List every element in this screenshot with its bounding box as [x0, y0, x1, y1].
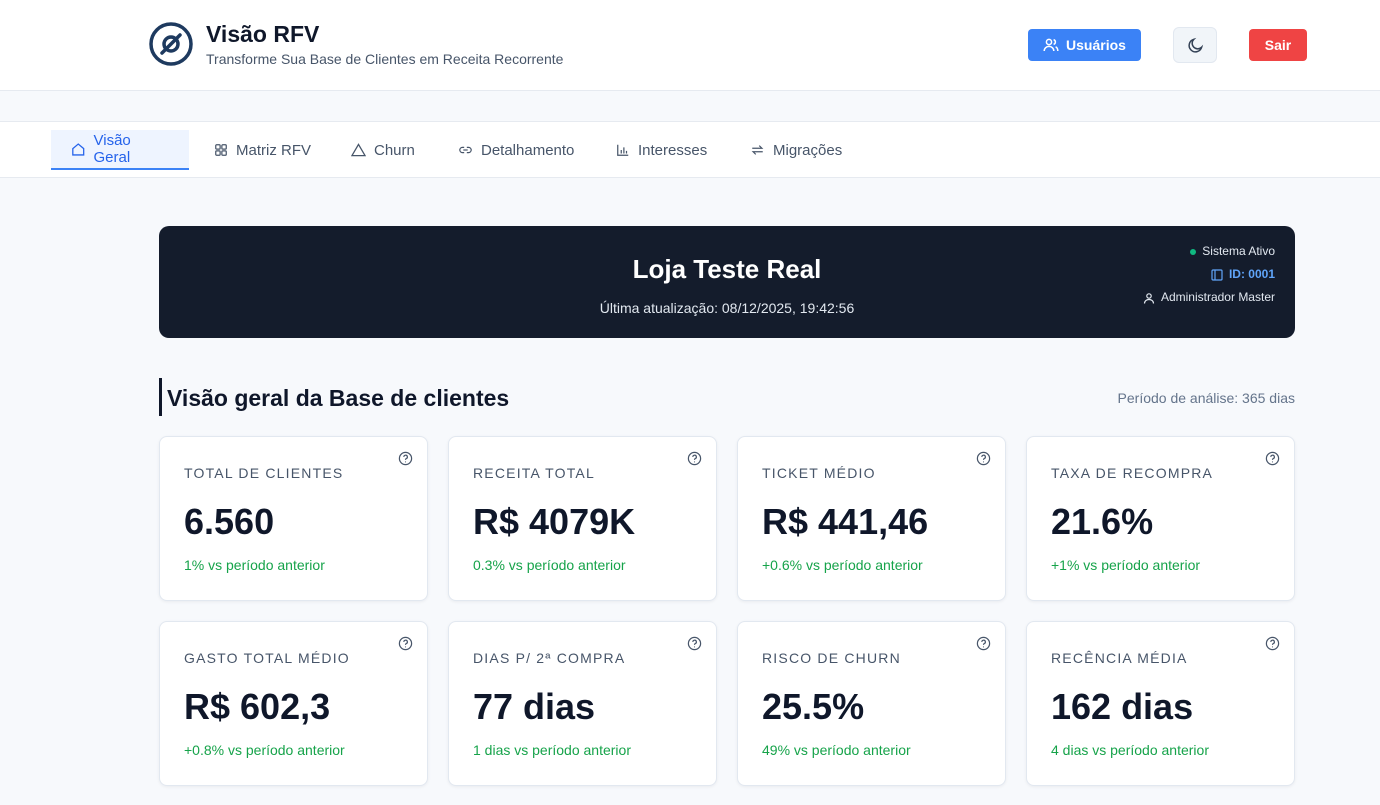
metric-delta: 1 dias vs período anterior	[473, 742, 631, 758]
tab-label: Migrações	[773, 141, 843, 159]
store-meta: Sistema Ativo ID: 0001 Administrador Mas…	[1143, 240, 1275, 309]
home-icon	[72, 142, 85, 156]
metric-card-risco-churn: RISCO DE CHURN 25.5% 49% vs período ante…	[737, 621, 1006, 786]
metric-delta: 1% vs período anterior	[184, 557, 325, 573]
metric-card-receita-total: RECEITA TOTAL R$ 4079K 0.3% vs período a…	[448, 436, 717, 601]
system-status-label: Sistema Ativo	[1202, 244, 1275, 258]
moon-icon	[1187, 37, 1203, 53]
metrics-grid: TOTAL DE CLIENTES 6.560 1% vs período an…	[159, 436, 1295, 786]
id-card-icon	[1211, 268, 1223, 281]
metric-delta: +1% vs período anterior	[1051, 557, 1201, 573]
tab-label: Churn	[374, 141, 415, 159]
metric-label: RECEITA TOTAL	[473, 465, 595, 481]
users-button[interactable]: Usuários	[1028, 29, 1141, 61]
current-user: Administrador Master	[1143, 286, 1275, 309]
tab-interesses[interactable]: Interesses	[596, 130, 727, 170]
metric-value: 21.6%	[1051, 501, 1154, 542]
logout-button[interactable]: Sair	[1249, 29, 1307, 61]
tab-migracoes[interactable]: Migrações	[730, 130, 862, 170]
metric-delta: 49% vs período anterior	[762, 742, 911, 758]
metric-delta: +0.6% vs período anterior	[762, 557, 923, 573]
metric-value: 6.560	[184, 501, 275, 542]
link-icon	[459, 146, 472, 154]
store-id: ID: 0001	[1143, 263, 1275, 286]
metric-value: R$ 441,46	[762, 501, 929, 542]
metric-value: 25.5%	[762, 686, 865, 727]
tab-label: Visão Geral	[93, 132, 131, 166]
help-icon[interactable]	[687, 451, 702, 466]
tab-label: Interesses	[638, 141, 708, 159]
metric-card-gasto-total-medio: GASTO TOTAL MÉDIO R$ 602,3 +0.8% vs perí…	[159, 621, 428, 786]
users-button-label: Usuários	[1066, 37, 1126, 53]
section-title: Visão geral da Base de clientes	[167, 385, 510, 411]
tab-churn[interactable]: Churn	[331, 130, 435, 170]
store-id-label: ID: 0001	[1228, 267, 1275, 281]
analysis-period: Período de análise: 365 dias	[1117, 390, 1295, 406]
metric-value: 162 dias	[1051, 686, 1194, 727]
top-bar: Visão RFV Transforme Sua Base de Cliente…	[0, 0, 1380, 91]
app-title: Visão RFV	[206, 21, 320, 47]
last-update: Última atualização: 08/12/2025, 19:42:56	[599, 300, 855, 316]
users-icon	[1043, 38, 1059, 52]
help-icon[interactable]	[1265, 451, 1280, 466]
metric-label: TICKET MÉDIO	[762, 465, 876, 481]
brand: Visão RFV Transforme Sua Base de Cliente…	[148, 20, 563, 67]
app-subtitle: Transforme Sua Base de Clientes em Recei…	[206, 51, 564, 67]
theme-toggle-button[interactable]	[1173, 27, 1217, 63]
metric-label: GASTO TOTAL MÉDIO	[184, 650, 350, 666]
tab-visao-geral[interactable]: Visão Geral	[51, 130, 189, 170]
metric-card-total-clientes: TOTAL DE CLIENTES 6.560 1% vs período an…	[159, 436, 428, 601]
metric-value: R$ 602,3	[184, 686, 331, 727]
store-name: Loja Teste Real	[632, 254, 822, 284]
tab-matriz-rfv[interactable]: Matriz RFV	[194, 130, 331, 170]
section-accent-bar	[159, 378, 162, 416]
status-dot-icon	[1190, 248, 1197, 255]
help-icon[interactable]	[398, 451, 413, 466]
tab-label: Detalhamento	[481, 141, 575, 159]
tab-bar: Visão Geral Matriz RFV Churn Detalhament…	[0, 121, 1380, 178]
help-icon[interactable]	[1265, 636, 1280, 651]
metric-delta: 0.3% vs período anterior	[473, 557, 626, 573]
current-user-label: Administrador Master	[1160, 290, 1275, 304]
tab-detalhamento[interactable]: Detalhamento	[438, 130, 594, 170]
help-icon[interactable]	[687, 636, 702, 651]
metric-label: DIAS P/ 2ª COMPRA	[473, 650, 626, 666]
store-banner: Loja Teste Real Última atualização: 08/1…	[159, 226, 1295, 338]
swap-icon	[751, 145, 764, 155]
metric-card-taxa-recompra: TAXA DE RECOMPRA 21.6% +1% vs período an…	[1026, 436, 1295, 601]
metric-label: TAXA DE RECOMPRA	[1051, 465, 1214, 481]
metric-delta: +0.8% vs período anterior	[184, 742, 345, 758]
metric-delta: 4 dias vs período anterior	[1051, 742, 1209, 758]
metric-value: R$ 4079K	[473, 501, 636, 542]
metric-label: RECÊNCIA MÉDIA	[1051, 650, 1188, 666]
metric-label: RISCO DE CHURN	[762, 650, 901, 666]
user-icon	[1143, 292, 1155, 304]
help-icon[interactable]	[976, 636, 991, 651]
system-status: Sistema Ativo	[1143, 240, 1275, 263]
warning-icon	[351, 143, 366, 157]
logo-icon	[149, 21, 193, 66]
help-icon[interactable]	[976, 451, 991, 466]
help-icon[interactable]	[398, 636, 413, 651]
metric-card-recencia-media: RECÊNCIA MÉDIA 162 dias 4 dias vs períod…	[1026, 621, 1295, 786]
bar-chart-icon	[617, 144, 629, 156]
grid-icon	[215, 144, 227, 156]
metric-label: TOTAL DE CLIENTES	[184, 465, 344, 481]
metric-card-dias-segunda-compra: DIAS P/ 2ª COMPRA 77 dias 1 dias vs perí…	[448, 621, 717, 786]
metric-card-ticket-medio: TICKET MÉDIO R$ 441,46 +0.6% vs período …	[737, 436, 1006, 601]
tab-label: Matriz RFV	[236, 141, 311, 159]
overview-header: Visão geral da Base de clientes Período …	[159, 378, 1295, 416]
metric-value: 77 dias	[473, 686, 596, 727]
